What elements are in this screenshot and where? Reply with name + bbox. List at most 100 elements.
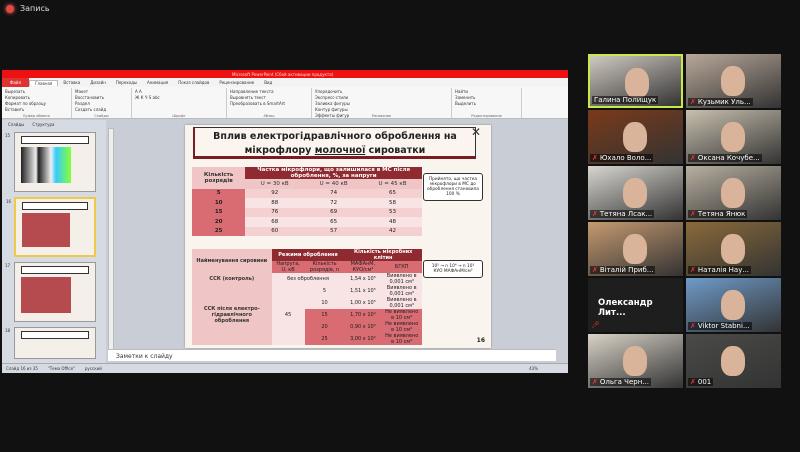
ribbon-tab[interactable]: Вставка [58,80,85,85]
recording-indicator[interactable]: Запись [6,4,50,13]
participant-video [623,122,647,152]
slide: Вплив електрогідравлічного оброблення на… [185,125,491,348]
ribbon-tab[interactable]: Анимация [142,80,173,85]
table-row: 10 88 72 58 [192,198,422,208]
participant-tile[interactable]: ✗ Наталія Нау... [686,222,781,276]
shared-screen-powerpoint: Microsoft PowerPoint (Сбой активации про… [2,70,568,373]
participant-tile[interactable]: ✗ Кузьмик Уль... [686,54,781,108]
ribbon-tabs: Файл Главная Вставка Дизайн Переходы Анимация… [2,78,568,87]
participant-video [721,66,745,96]
ribbon: Вырезать Копировать Формат по образцу Встав… [2,87,568,119]
participant-name: Віталій Приб... [599,266,654,274]
ribbon-button[interactable]: Вставить [5,107,68,113]
participant-tile[interactable]: Галина Полищук [588,54,683,108]
ribbon-group: Вырезать Копировать Формат по образцу Встав… [2,88,72,118]
participant-tile[interactable]: ✗ Viktor Stabni... [686,278,781,332]
mic-muted-icon: ✗ [690,210,696,218]
participant-video [721,178,745,208]
mic-muted-icon: ✗ [690,154,696,162]
participant-tile[interactable]: ✗ Оксана Кочубе... [686,110,781,164]
participant-name: Ольга Черн... [599,378,649,386]
mic-muted-icon: ✗ [592,210,598,218]
participant-name: Олександр Лит... [598,298,653,318]
mic-muted-icon: ✗ [690,378,696,386]
close-icon: ✕ [470,125,481,139]
ribbon-button[interactable]: Создать слайд [75,107,128,113]
tab-slides[interactable]: Слайды [8,122,24,127]
ribbon-group-label: Шрифт [172,114,186,118]
participant-name: Тетяна Янюк [697,210,746,218]
slide-thumb[interactable]: 15 [5,132,96,192]
mic-muted-icon: ✗ [592,154,598,162]
table-row: 15 76 69 53 [192,207,422,217]
slide-title: Вплив електрогідравлічного оброблення на… [193,127,476,159]
slide-thumb-selected[interactable]: 16 [6,197,96,257]
participant-tile[interactable]: ✗ Тетяна Лсак... [588,166,683,220]
participant-tile[interactable]: ✗ Юхало Воло... [588,110,683,164]
ribbon-group: Направление текста Выровнять текст Преобра… [227,88,312,118]
participant-video [721,346,745,376]
ribbon-button[interactable]: Ж К Ч S abc [135,95,223,101]
participant-tile[interactable]: ✗ 001 [686,334,781,388]
ribbon-group-label: Абзац [263,114,275,118]
participant-label: ✗ Кузьмик Уль... [688,98,753,106]
ribbon-tab[interactable]: Показ слайдов [173,80,214,85]
participant-label: ✗ Наталія Нау... [688,266,752,274]
ribbon-group: Макет Восстановить Раздел Создать слайд Слай… [72,88,132,118]
participant-video [623,178,647,208]
participant-label: ✗ Оксана Кочубе... [688,154,762,162]
participant-name: Оксана Кочубе... [697,154,760,162]
participant-label: ✗ Тетяна Янюк [688,210,748,218]
participant-tile[interactable]: ✗ Віталій Приб... [588,222,683,276]
recording-label: Запись [20,4,50,13]
zoom-level[interactable]: 43% [529,366,538,371]
ribbon-tab[interactable]: Рецензирование [214,80,259,85]
table-microbes: Найменування сировини Режими оброблення Кі… [192,249,422,345]
ribbon-tab[interactable]: Главная [29,79,59,86]
mic-muted-icon: 🎤︎ [591,321,600,329]
record-icon [6,4,14,13]
participant-video [623,234,647,264]
participant-label: ✗ 001 [688,378,714,386]
ribbon-tab[interactable]: Дизайн [85,80,111,85]
slide-thumb[interactable]: 18 [5,327,96,359]
mic-muted-icon: ✗ [690,266,696,274]
table-row: 5 92 74 65 [192,188,422,198]
participant-name: Юхало Воло... [599,154,652,162]
tab-outline[interactable]: Структура [32,122,54,127]
page-number: 16 [476,337,485,344]
ribbon-button[interactable]: Выделить [455,101,518,107]
ribbon-tab[interactable]: Переходы [111,80,142,85]
table-row: ССК після електро-гідравлічного оброблен… [192,285,422,345]
ribbon-tab[interactable]: Вид [259,80,277,85]
mic-muted-icon: ✗ [690,322,696,330]
window-title: Microsoft PowerPoint (Сбой активации про… [232,71,334,77]
participant-name: Галина Полищук [594,96,657,104]
participant-label: ✗ Ольга Черн... [590,378,651,386]
participant-name: Кузьмик Уль... [697,98,751,106]
participant-tile[interactable]: Олександр Лит... 🎤︎ [588,278,683,332]
slide-thumb[interactable]: 17 [5,262,96,322]
title-bar: Microsoft PowerPoint (Сбой активации про… [2,70,568,78]
participant-label: ✗ Юхало Воло... [590,154,654,162]
ribbon-group-label: Рисование [371,114,392,118]
table-row: 25 60 57 42 [192,226,422,236]
table-row: 20 68 65 48 [192,217,422,227]
slides-pane: Слайды Структура 15 16 17 18 [2,120,106,365]
participant-label: ✗ Віталій Приб... [590,266,656,274]
participant-tile[interactable]: ✗ Ольга Черн... [588,334,683,388]
ribbon-group: Упорядочить Экспресс-стили Заливка фигуры К… [312,88,452,118]
ribbon-button[interactable]: Преобразовать в SmartArt [230,101,308,107]
note-box: Прийнято, що частка мікрофлори в МС до о… [423,173,483,201]
notes-input[interactable]: Заметки к слайду [108,349,556,361]
mic-muted-icon: ✗ [690,98,696,106]
ribbon-tab[interactable]: Файл [2,78,30,87]
participant-tile[interactable]: ✗ Тетяна Янюк [686,166,781,220]
participant-video [721,122,745,152]
vertical-ruler [108,128,114,358]
participant-label: Галина Полищук [592,96,659,104]
ribbon-group: A AЖ К Ч S abc Шрифт [132,88,227,118]
participant-name: 001 [697,378,712,386]
participant-name: Тетяна Лсак... [599,210,653,218]
participant-label: ✗ Тетяна Лсак... [590,210,655,218]
